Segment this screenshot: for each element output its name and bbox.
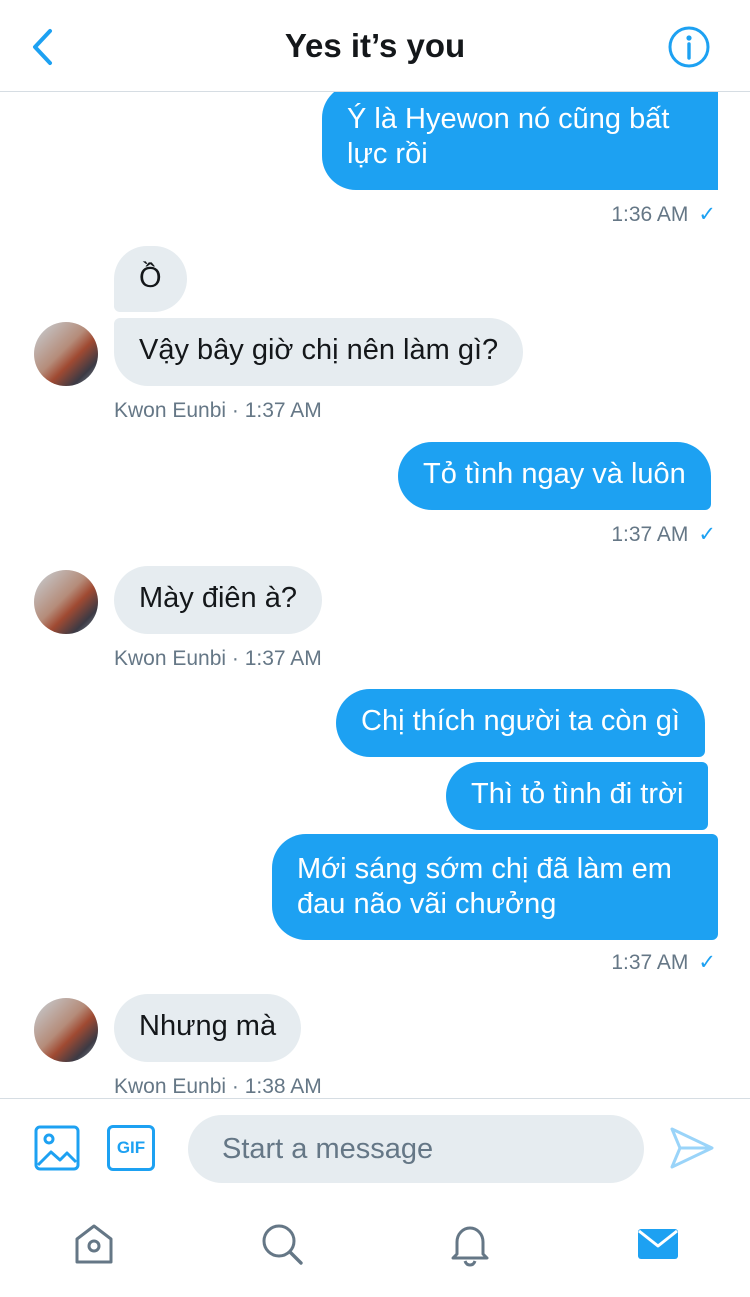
message-bubble-incoming[interactable]: Vậy bây giờ chị nên làm gì? (114, 318, 524, 386)
message-bubble-incoming[interactable]: Ồ (114, 246, 187, 312)
tab-search[interactable] (258, 1220, 306, 1268)
tab-home[interactable] (70, 1220, 118, 1268)
message-bubble-outgoing[interactable]: Ý là Hyewon nó cũng bất lực rồi (322, 92, 718, 190)
send-icon (670, 1127, 714, 1169)
message-list[interactable]: Ý là Hyewon nó cũng bất lực rồi 1:36 AM ✓… (0, 92, 750, 1098)
conversation-header: Yes it’s you (0, 0, 750, 92)
dm-conversation-screen: Yes it’s you Ý là Hyewon nó cũng bất lực… (0, 0, 750, 1297)
home-icon (75, 1224, 113, 1264)
conversation-info-button[interactable] (666, 24, 712, 70)
message-meta: Kwon Eunbi · 1:37 AM (114, 398, 322, 424)
sent-check-icon: ✓ (698, 203, 716, 226)
message-composer: GIF (0, 1098, 750, 1200)
message-bubble-outgoing[interactable]: Thì tỏ tình đi trời (446, 762, 709, 830)
notifications-icon (451, 1226, 489, 1267)
message-bubble-outgoing[interactable]: Mới sáng sớm chị đã làm em đau não vãi c… (272, 834, 718, 940)
message-bubble-outgoing[interactable]: Chị thích người ta còn gì (336, 689, 705, 757)
message-meta: 1:37 AM ✓ (611, 522, 716, 548)
message-time: 1:37 AM (611, 523, 689, 546)
tab-messages[interactable] (634, 1220, 682, 1268)
image-icon (34, 1125, 80, 1171)
avatar[interactable] (34, 570, 98, 634)
message-sender-time: Kwon Eunbi · 1:38 AM (114, 1075, 322, 1098)
message-sender-time: Kwon Eunbi · 1:37 AM (114, 647, 322, 670)
send-button[interactable] (668, 1125, 716, 1171)
message-time: 1:37 AM (611, 951, 689, 974)
message-bubble-outgoing[interactable]: Tỏ tình ngay và luôn (398, 442, 711, 510)
message-bubble-incoming[interactable]: Mày điên à? (114, 566, 322, 634)
messages-icon (638, 1229, 678, 1259)
avatar[interactable] (34, 322, 98, 386)
message-time: 1:36 AM (611, 203, 689, 226)
search-icon (262, 1224, 303, 1265)
avatar[interactable] (34, 998, 98, 1062)
conversation-title: Yes it’s you (284, 27, 466, 64)
message-input[interactable] (188, 1115, 644, 1183)
tab-notifications[interactable] (446, 1220, 494, 1268)
message-meta: Kwon Eunbi · 1:37 AM (114, 646, 322, 672)
message-meta: 1:36 AM ✓ (611, 202, 716, 228)
sent-check-icon: ✓ (698, 523, 716, 546)
message-meta: Kwon Eunbi · 1:38 AM (114, 1074, 322, 1098)
bottom-tab-bar (0, 1200, 750, 1297)
message-meta: 1:37 AM ✓ (611, 950, 716, 976)
add-photo-button[interactable] (34, 1125, 80, 1171)
message-sender-time: Kwon Eunbi · 1:37 AM (114, 399, 322, 422)
add-gif-button[interactable]: GIF (107, 1125, 155, 1171)
message-bubble-incoming[interactable]: Nhưng mà (114, 994, 302, 1062)
sent-check-icon: ✓ (698, 951, 716, 974)
info-icon (668, 26, 710, 68)
